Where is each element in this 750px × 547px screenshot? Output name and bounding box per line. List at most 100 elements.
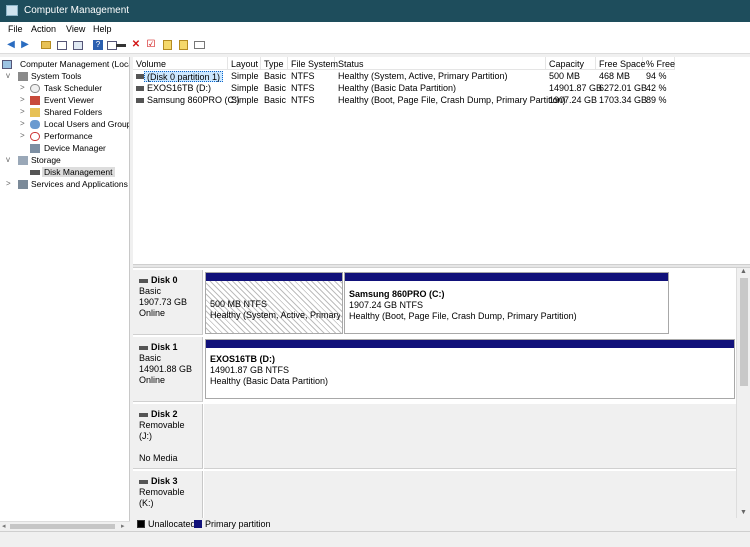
- scroll-down-icon[interactable]: ▼: [740, 509, 747, 516]
- tree-device-manager[interactable]: Device Manager: [20, 143, 129, 155]
- chevron-right-icon[interactable]: >: [20, 119, 28, 128]
- column-header-type[interactable]: Type: [261, 57, 288, 70]
- volume-icon: [136, 98, 144, 103]
- disk-info[interactable]: Disk 2 Removable (J:) No Media: [133, 404, 203, 469]
- table-cell: NTFS: [291, 83, 315, 93]
- table-row[interactable]: (Disk 0 partition 1) Simple Basic NTFS H…: [133, 71, 750, 83]
- table-row[interactable]: EXOS16TB (D:) Simple Basic NTFS Healthy …: [133, 83, 750, 95]
- partition-d-drive[interactable]: EXOS16TB (D:) 14901.87 GB NTFS Healthy (…: [205, 339, 735, 399]
- partition-c-drive[interactable]: Samsung 860PRO (C:) 1907.24 GB NTFS Heal…: [344, 272, 669, 334]
- title-bar: Computer Management: [0, 0, 750, 22]
- partition-bar: [345, 273, 668, 281]
- chevron-right-icon[interactable]: >: [20, 95, 28, 104]
- table-cell: Basic: [264, 95, 287, 105]
- scroll-right-icon[interactable]: ▸: [121, 522, 125, 530]
- show-hide-tree-icon[interactable]: [56, 39, 68, 51]
- tree-event-viewer[interactable]: > Event Viewer: [20, 95, 129, 107]
- disk-row: Disk 1 Basic 14901.88 GB Online EXOS16TB…: [133, 337, 736, 402]
- table-cell: Basic: [264, 83, 287, 93]
- event-viewer-icon: [30, 96, 40, 105]
- up-folder-icon[interactable]: [40, 39, 52, 51]
- column-header-percent-free[interactable]: % Free: [643, 57, 675, 70]
- partition-title: Samsung 860PRO (C:): [349, 289, 445, 299]
- table-cell: 468 MB: [599, 71, 631, 81]
- column-header-status[interactable]: Status: [335, 57, 546, 70]
- disk-type: Removable (J:): [139, 420, 185, 441]
- list-icon[interactable]: [193, 39, 205, 51]
- disk-size: 14901.88 GB: [139, 364, 193, 374]
- chevron-down-icon[interactable]: v: [6, 71, 14, 80]
- tree-task-scheduler[interactable]: > Task Scheduler: [20, 83, 129, 95]
- services-icon: [18, 180, 28, 189]
- legend: Unallocated Primary partition: [133, 518, 736, 531]
- no-media-area: [204, 404, 736, 469]
- chevron-right-icon[interactable]: >: [20, 107, 28, 116]
- table-row[interactable]: Samsung 860PRO (C:) Simple Basic NTFS He…: [133, 95, 750, 107]
- column-header-capacity[interactable]: Capacity: [546, 57, 596, 70]
- chevron-down-icon[interactable]: v: [6, 155, 14, 164]
- legend-swatch-primary: [194, 520, 202, 528]
- column-header-volume[interactable]: Volume: [133, 57, 228, 70]
- disk-blank: [139, 442, 196, 453]
- tree-system-tools[interactable]: v System Tools: [6, 71, 129, 83]
- arrow-right-icon[interactable]: ▶: [19, 39, 31, 51]
- disk-info[interactable]: Disk 1 Basic 14901.88 GB Online: [133, 337, 203, 402]
- tree-services-applications[interactable]: > Services and Applications: [6, 179, 129, 191]
- tree-performance[interactable]: > Performance: [20, 131, 129, 143]
- tree-local-users[interactable]: > Local Users and Groups: [20, 119, 129, 131]
- disk-name: Disk 3: [151, 476, 178, 486]
- scrollbar-thumb[interactable]: [740, 278, 748, 386]
- disk-row: Disk 2 Removable (J:) No Media: [133, 404, 736, 469]
- menu-action[interactable]: Action: [31, 24, 56, 34]
- table-cell: 1907.24 GB: [549, 95, 598, 105]
- disk-state: Online: [139, 308, 166, 318]
- chevron-right-icon[interactable]: >: [20, 131, 28, 140]
- disk-icon: [139, 479, 148, 484]
- computer-icon: [2, 60, 12, 69]
- partition-bar: [206, 340, 734, 348]
- chevron-right-icon[interactable]: >: [20, 83, 28, 92]
- partition-system-reserved[interactable]: 500 MB NTFS Healthy (System, Active, Pri…: [205, 272, 343, 334]
- tree-shared-folders[interactable]: > Shared Folders: [20, 107, 129, 119]
- window-title: Computer Management: [24, 5, 130, 16]
- partition-bar: [206, 273, 342, 281]
- disk-info[interactable]: Disk 0 Basic 1907.73 GB Online: [133, 270, 203, 335]
- partition-status: Healthy (Boot, Page File, Crash Dump, Pr…: [349, 311, 577, 321]
- table-cell: 14901.87 GB: [549, 83, 603, 93]
- menu-bar: File Action View Help: [0, 22, 750, 37]
- menu-view[interactable]: View: [66, 24, 85, 34]
- partition-size: 1907.24 GB NTFS: [349, 300, 424, 310]
- check-icon[interactable]: ☑: [145, 39, 157, 51]
- help-icon[interactable]: ?: [92, 39, 104, 51]
- menu-file[interactable]: File: [8, 24, 23, 34]
- scroll-left-icon[interactable]: ◂: [2, 522, 6, 530]
- partition-size: 500 MB NTFS: [210, 299, 268, 309]
- arrow-left-icon[interactable]: ◀: [5, 39, 17, 51]
- column-header-layout[interactable]: Layout: [228, 57, 261, 70]
- column-header-file-system[interactable]: File System: [288, 57, 338, 70]
- tree-horizontal-scrollbar[interactable]: ◂ ▸: [0, 521, 130, 531]
- properties-icon[interactable]: [72, 39, 84, 51]
- menu-help[interactable]: Help: [93, 24, 112, 34]
- chevron-right-icon[interactable]: >: [6, 179, 14, 188]
- performance-icon: [30, 132, 40, 141]
- scroll-up-icon[interactable]: ▲: [740, 268, 747, 275]
- disk-type: Basic: [139, 353, 162, 363]
- tree-storage[interactable]: v Storage: [6, 155, 129, 167]
- volume-list: Volume Layout Type File System Status Ca…: [133, 57, 750, 264]
- export-icon[interactable]: [177, 39, 189, 51]
- disk-icon: [139, 278, 148, 283]
- users-icon: [30, 120, 40, 129]
- tree-disk-management[interactable]: Disk Management: [20, 167, 129, 179]
- import-icon[interactable]: [161, 39, 173, 51]
- disk-state: Online: [139, 375, 166, 385]
- connect-icon[interactable]: ▬: [115, 39, 127, 51]
- disk-state: No Media: [139, 453, 178, 463]
- table-cell: 1703.34 GB: [599, 95, 648, 105]
- disk-vertical-scrollbar[interactable]: ▲ ▼: [736, 268, 750, 518]
- red-x-icon[interactable]: ✕: [130, 39, 142, 51]
- column-header-free-space[interactable]: Free Space: [596, 57, 646, 70]
- scrollbar-thumb[interactable]: [10, 524, 115, 529]
- tree-root[interactable]: Computer Management (Local: [2, 59, 129, 71]
- table-cell: Healthy (Boot, Page File, Crash Dump, Pr…: [338, 95, 566, 105]
